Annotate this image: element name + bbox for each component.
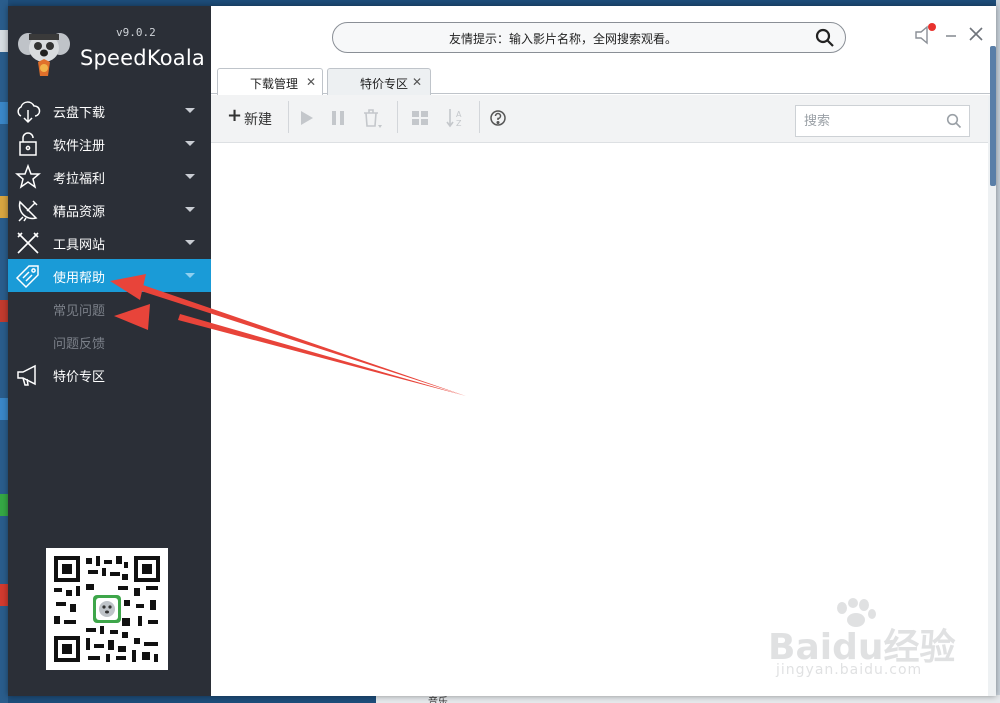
global-search-bar[interactable]: 友情提示：输入影片名称，全网搜索观看。 <box>332 22 846 53</box>
toolbar-divider <box>397 101 398 133</box>
chevron-down-icon <box>185 108 195 113</box>
pause-icon[interactable] <box>329 107 347 129</box>
scrollbar-track[interactable] <box>988 96 996 696</box>
sidebar-item-label: 工具网站 <box>53 238 106 253</box>
chevron-down-icon <box>185 207 195 212</box>
sidebar-subitem-label: 常见问题 <box>53 304 106 319</box>
sidebar-item-tools[interactable]: 工具网站 <box>8 226 211 259</box>
tab-download-manager[interactable]: 下载管理 ✕ <box>217 68 323 95</box>
chevron-down-icon <box>185 174 195 179</box>
sidebar-subitem-faq[interactable]: 常见问题 <box>8 292 211 325</box>
chevron-down-icon <box>185 273 195 278</box>
satellite-icon <box>18 200 38 222</box>
sidebar-item-specials[interactable]: 特价专区 <box>8 358 211 391</box>
chevron-down-icon <box>185 141 195 146</box>
search-icon[interactable] <box>946 113 962 129</box>
svg-text:Z: Z <box>456 119 462 128</box>
task-search-box[interactable] <box>795 105 970 137</box>
delete-icon[interactable] <box>361 107 383 129</box>
sidebar-item-help[interactable]: 使用帮助 <box>8 259 211 292</box>
star-icon <box>15 164 41 189</box>
sidebar-item-label: 考拉福利 <box>53 172 106 187</box>
tab-close-icon[interactable]: ✕ <box>306 75 316 89</box>
sidebar-nav: 云盘下载 软件注册 考拉福利 精品资源 工具网站 使用帮助 常见问题 问题反馈 … <box>8 94 211 391</box>
tab-bar: 下载管理 ✕ 特价专区 ✕ <box>211 66 996 95</box>
app-window: v9.0.2 SpeedKoala 云盘下载 软件注册 考拉福利 精品资源 工具… <box>8 6 996 696</box>
tab-specials[interactable]: 特价专区 ✕ <box>327 68 431 95</box>
sidebar-item-resources[interactable]: 精品资源 <box>8 193 211 226</box>
search-hint-text: 友情提示：输入影片名称，全网搜索观看。 <box>448 32 677 46</box>
cloud-download-icon <box>17 101 41 124</box>
svg-text:A: A <box>456 110 462 119</box>
sidebar-subitem-feedback[interactable]: 问题反馈 <box>8 325 211 358</box>
koala-logo-icon <box>18 33 70 76</box>
tag-icon <box>15 265 39 289</box>
minimize-icon[interactable] <box>944 24 958 44</box>
sidebar-item-label: 云盘下载 <box>53 106 106 121</box>
toolbar-divider <box>288 101 289 133</box>
plus-icon: + <box>227 105 243 126</box>
sidebar-item-label: 使用帮助 <box>53 271 106 286</box>
megaphone-icon <box>17 364 36 386</box>
sidebar-item-cloud-download[interactable]: 云盘下载 <box>8 94 211 127</box>
desktop-left-edge <box>0 0 8 703</box>
qr-code-image <box>46 548 168 670</box>
desktop-right-edge <box>996 0 1000 703</box>
sidebar-item-register[interactable]: 软件注册 <box>8 127 211 160</box>
task-search-input[interactable] <box>804 112 934 130</box>
sidebar-item-label: 特价专区 <box>53 370 106 385</box>
toolbar: + 新建 A Z <box>211 95 996 143</box>
watermark-url: jingyan.baidu.com <box>776 662 923 678</box>
close-icon[interactable] <box>968 24 984 44</box>
grid-view-icon[interactable] <box>411 107 429 129</box>
help-icon[interactable] <box>489 107 507 129</box>
new-task-button[interactable]: + 新建 <box>227 105 283 129</box>
sidebar-item-label: 软件注册 <box>53 139 106 154</box>
baidu-watermark: Baidu经验 jingyan.baidu.com <box>768 598 978 688</box>
lock-icon <box>19 132 37 156</box>
toolbar-divider <box>479 101 480 133</box>
tab-label: 下载管理 <box>250 77 299 91</box>
sort-icon[interactable]: A Z <box>445 107 469 129</box>
tab-label: 特价专区 <box>360 77 409 91</box>
app-name: SpeedKoala <box>80 46 205 70</box>
sidebar-subitem-label: 问题反馈 <box>53 337 106 352</box>
new-task-label: 新建 <box>244 112 272 128</box>
sidebar-item-label: 精品资源 <box>53 205 106 220</box>
scrollbar-thumb[interactable] <box>990 46 996 186</box>
sidebar-item-welfare[interactable]: 考拉福利 <box>8 160 211 193</box>
sidebar: v9.0.2 SpeedKoala 云盘下载 软件注册 考拉福利 精品资源 工具… <box>8 6 211 696</box>
chevron-down-icon <box>185 240 195 245</box>
notification-dot <box>928 23 936 31</box>
tab-close-icon[interactable]: ✕ <box>412 75 422 89</box>
play-icon[interactable] <box>298 107 316 129</box>
search-icon[interactable] <box>815 28 835 48</box>
desktop-taskbar: 音乐 <box>376 695 1000 703</box>
app-version: v9.0.2 <box>116 26 156 39</box>
tools-icon <box>17 232 39 254</box>
